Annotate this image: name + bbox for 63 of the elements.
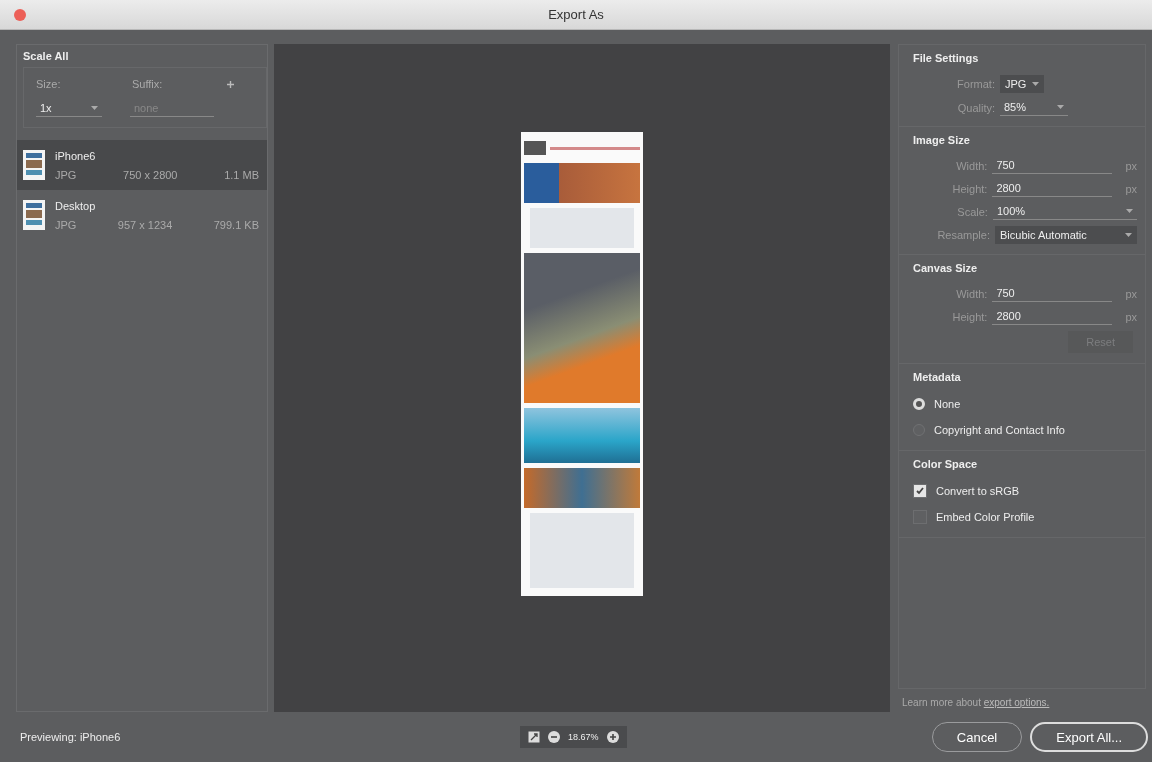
asset-dimensions: 957 x 1234 [117,218,173,231]
size-dropdown[interactable]: 1x [36,100,102,117]
width-field[interactable]: 750 [992,157,1113,174]
zoom-in-icon[interactable] [606,731,619,743]
thumbnail-icon [23,200,45,230]
checkbox[interactable] [913,484,927,498]
width-label: Width: [955,287,988,300]
height-field[interactable]: 2800 [992,180,1113,197]
section-title: File Settings [912,51,980,66]
scale-label: Scale: [956,205,988,218]
quality-dropdown[interactable]: 85% [1000,99,1068,116]
close-button[interactable] [14,9,26,21]
unit-label: px [1125,182,1137,195]
width-label: Width: [955,159,988,172]
scale-dropdown[interactable]: 100% [992,203,1137,220]
quality-label: Quality: [956,101,995,114]
caret-icon [1057,105,1064,109]
caret-icon [1126,209,1133,213]
unit-label: px [1125,310,1137,323]
asset-file-size: 1.1 MB [224,168,259,181]
caret-icon [91,106,98,110]
caret-icon [1125,233,1132,237]
thumbnail-icon [23,150,45,180]
format-label: Format: [956,78,995,90]
cancel-button[interactable]: Cancel [931,722,1023,752]
previewing-label: Previewing: iPhone6 [20,731,122,743]
fit-icon[interactable] [528,731,540,743]
export-all-button[interactable]: Export All... [1030,722,1148,752]
option-label: Copyright and Contact Info [934,424,1065,436]
option-label: Convert to sRGB [936,485,1020,497]
format-dropdown[interactable]: JPG [1000,75,1045,93]
resample-dropdown[interactable]: Bicubic Automatic [995,226,1137,244]
add-icon[interactable] [227,80,234,88]
height-field[interactable]: 2800 [992,308,1113,325]
asset-format: JPG [55,168,77,181]
size-label: Size: [36,78,62,90]
section-title: Image Size [912,133,971,148]
option-label: Embed Color Profile [936,511,1035,523]
help-text: Learn more about [902,697,981,708]
section-title: Color Space [912,457,979,472]
section-title: Metadata [912,370,962,385]
asset-name: Desktop [55,199,97,212]
asset-dimensions: 750 x 2800 [123,168,178,181]
asset-format: JPG [55,218,77,231]
width-field[interactable]: 750 [992,285,1113,302]
caret-icon [1032,82,1040,86]
suffix-label: Suffix: [132,78,163,90]
window-title: Export As [548,7,604,22]
section-title: Canvas Size [912,261,979,276]
height-label: Height: [951,310,988,323]
option-label: None [934,398,961,410]
zoom-out-icon[interactable] [548,731,560,743]
unit-label: px [1125,159,1137,172]
zoom-level: 18.67% [568,732,599,742]
unit-label: px [1125,287,1137,300]
section-title: Scale All [22,49,70,64]
asset-name: iPhone6 [55,149,97,162]
resample-label: Resample: [936,229,990,241]
export-options-link[interactable]: export options. [983,697,1050,708]
asset-file-size: 799.1 KB [213,218,259,231]
asset-item[interactable]: Desktop JPG 957 x 1234 799.1 KB [17,190,267,240]
height-label: Height: [951,182,988,195]
asset-item[interactable]: iPhone6 JPG 750 x 2800 1.1 MB [17,140,267,190]
